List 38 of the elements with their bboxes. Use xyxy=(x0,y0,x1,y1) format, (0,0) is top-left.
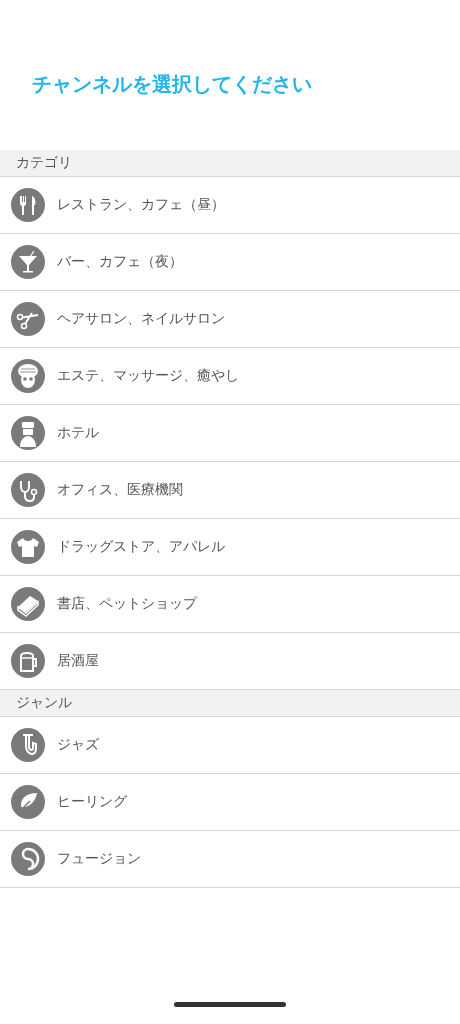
bellhop-icon xyxy=(11,416,45,450)
channel-item[interactable]: バー、カフェ（夜） xyxy=(0,234,460,291)
page-title: チャンネルを選択してください xyxy=(32,71,312,98)
channel-label: ホテル xyxy=(57,424,99,442)
channel-label: エステ、マッサージ、癒やし xyxy=(57,367,239,385)
channel-label: オフィス、医療機関 xyxy=(57,481,183,499)
channel-item[interactable]: オフィス、医療機関 xyxy=(0,462,460,519)
channel-label: ヒーリング xyxy=(57,793,127,811)
section-header: ジャンル xyxy=(0,690,460,717)
book-icon xyxy=(11,587,45,621)
channel-label: 書店、ペットショップ xyxy=(57,595,197,613)
stethoscope-icon xyxy=(11,473,45,507)
swirl-icon xyxy=(11,842,45,876)
cutlery-icon xyxy=(11,188,45,222)
channel-label: ジャズ xyxy=(57,736,99,754)
channel-label: バー、カフェ（夜） xyxy=(57,253,183,271)
leaf-icon xyxy=(11,785,45,819)
channel-item[interactable]: ヘアサロン、ネイルサロン xyxy=(0,291,460,348)
channel-item[interactable]: ドラッグストア、アパレル xyxy=(0,519,460,576)
channel-item[interactable]: ヒーリング xyxy=(0,774,460,831)
face-mask-icon xyxy=(11,359,45,393)
channel-item[interactable]: エステ、マッサージ、癒やし xyxy=(0,348,460,405)
scissors-icon xyxy=(11,302,45,336)
channel-item[interactable]: 書店、ペットショップ xyxy=(0,576,460,633)
shirt-icon xyxy=(11,530,45,564)
channel-label: レストラン、カフェ（昼） xyxy=(57,196,225,214)
section-header: カテゴリ xyxy=(0,150,460,177)
channel-label: ドラッグストア、アパレル xyxy=(57,538,225,556)
channel-label: ヘアサロン、ネイルサロン xyxy=(57,310,225,328)
channel-item[interactable]: ホテル xyxy=(0,405,460,462)
channel-item[interactable]: フュージョン xyxy=(0,831,460,888)
channel-label: 居酒屋 xyxy=(57,652,99,670)
channel-label: フュージョン xyxy=(57,850,141,868)
channel-item[interactable]: ジャズ xyxy=(0,717,460,774)
channel-item[interactable]: レストラン、カフェ（昼） xyxy=(0,177,460,234)
beer-mug-icon xyxy=(11,644,45,678)
saxophone-icon xyxy=(11,728,45,762)
cocktail-icon xyxy=(11,245,45,279)
